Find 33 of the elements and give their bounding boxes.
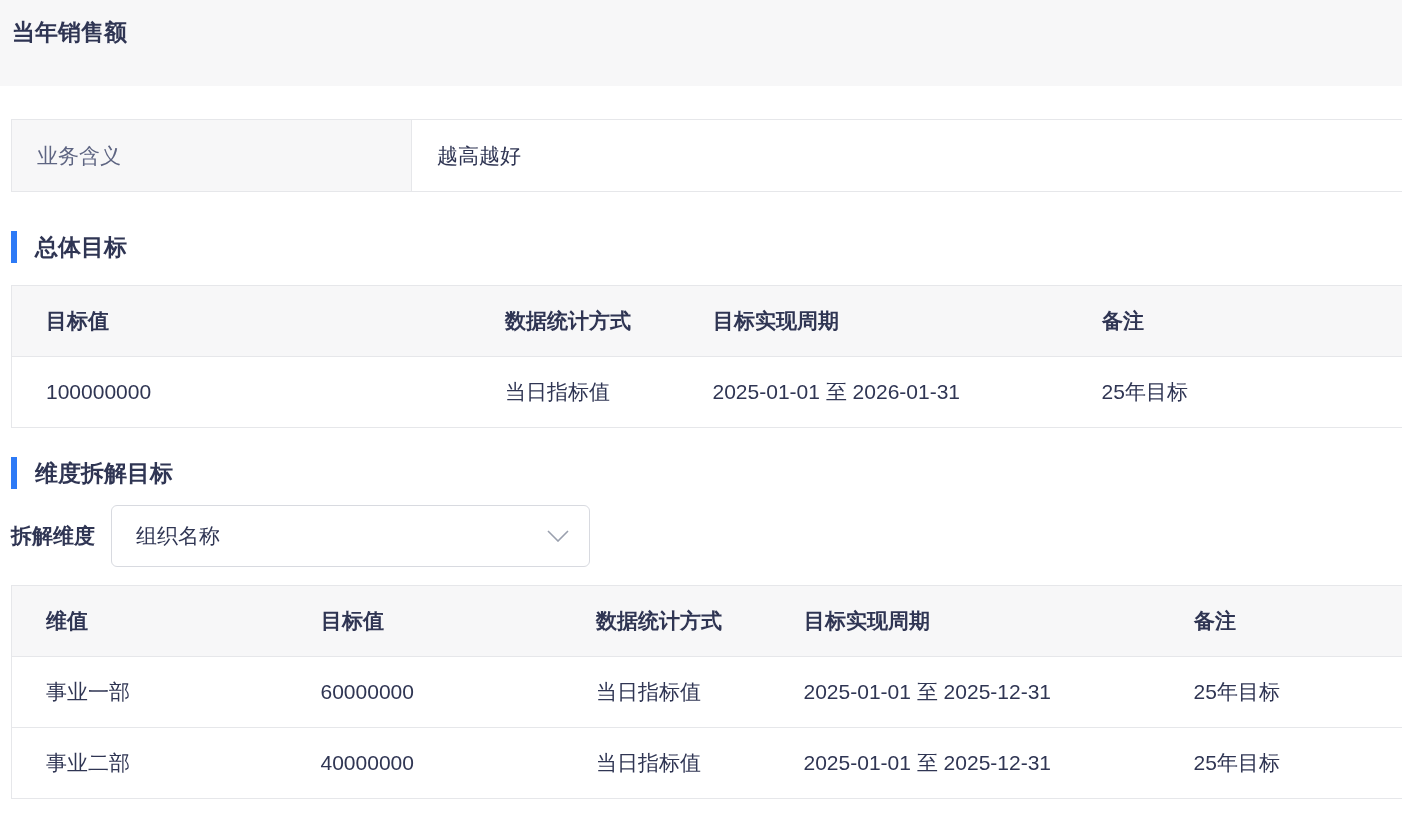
column-header: 备注 [1067, 285, 1402, 357]
table-cell: 事业一部 [11, 656, 287, 728]
dimension-select[interactable]: 组织名称 [111, 505, 590, 567]
table-cell: 事业二部 [11, 727, 287, 799]
table-cell: 25年目标 [1159, 656, 1402, 728]
section-title: 维度拆解目标 [35, 458, 173, 488]
column-header: 备注 [1159, 585, 1402, 657]
column-header: 目标值 [11, 285, 471, 357]
section-title: 总体目标 [35, 232, 127, 262]
table-cell: 25年目标 [1159, 727, 1402, 799]
page-title: 当年销售额 [12, 18, 127, 47]
table-cell: 25年目标 [1067, 356, 1402, 428]
table-cell: 2025-01-01 至 2026-01-31 [678, 356, 1068, 428]
column-header: 目标值 [286, 585, 562, 657]
table-cell: 当日指标值 [561, 656, 770, 728]
table-cell: 100000000 [11, 356, 471, 428]
column-header: 数据统计方式 [561, 585, 770, 657]
table-cell: 60000000 [286, 656, 562, 728]
info-label: 业务含义 [12, 120, 412, 191]
column-header: 维值 [11, 585, 287, 657]
info-value: 越高越好 [436, 142, 521, 169]
table-cell: 40000000 [286, 727, 562, 799]
table-cell: 2025-01-01 至 2025-12-31 [769, 727, 1160, 799]
field-label: 拆解维度 [11, 523, 95, 549]
chevron-down-icon [547, 530, 569, 542]
column-header: 目标实现周期 [678, 285, 1068, 357]
section-marker [11, 231, 17, 263]
table-cell: 当日指标值 [561, 727, 770, 799]
table-cell: 2025-01-01 至 2025-12-31 [769, 656, 1160, 728]
section-marker [11, 457, 17, 489]
table-cell: 当日指标值 [470, 356, 679, 428]
column-header: 数据统计方式 [470, 285, 679, 357]
column-header: 目标实现周期 [769, 585, 1160, 657]
